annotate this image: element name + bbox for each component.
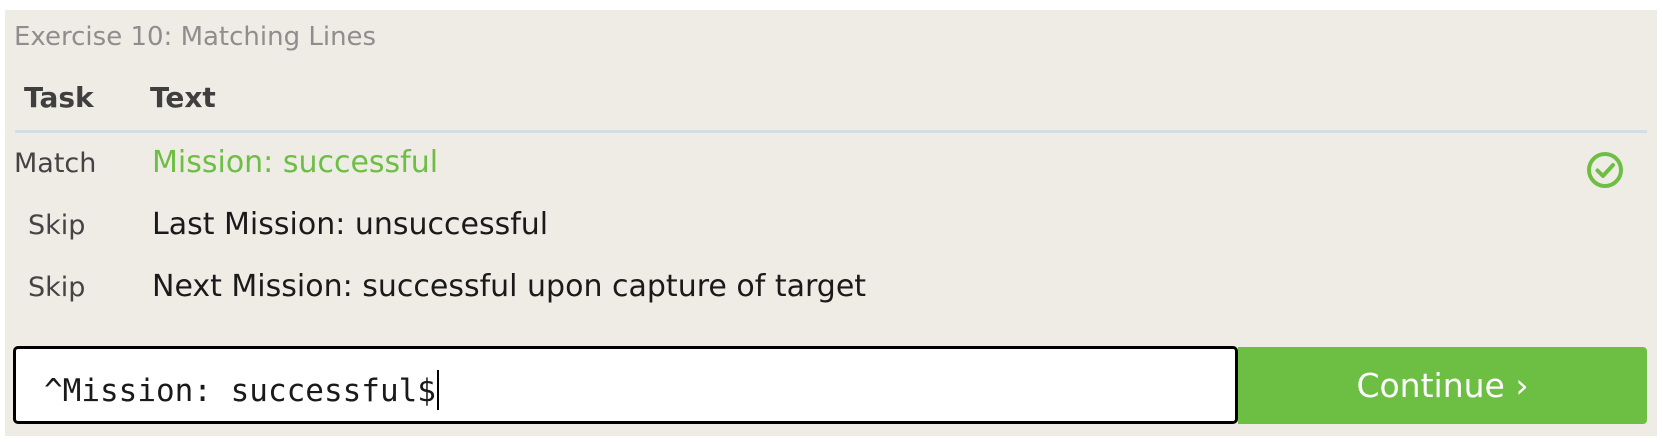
- exercise-title: Exercise 10: Matching Lines: [14, 22, 377, 52]
- table-row: Match Mission: successful: [5, 140, 1657, 194]
- row-task-label: Skip: [28, 272, 86, 303]
- table-row: Skip Last Mission: unsuccessful: [5, 202, 1657, 256]
- row-text: Mission: successful: [152, 145, 439, 180]
- row-text: Last Mission: unsuccessful: [152, 207, 549, 242]
- header-divider: [15, 130, 1647, 133]
- regex-input[interactable]: ^Mission: successful$: [13, 346, 1238, 424]
- row-task-label: Skip: [28, 210, 86, 241]
- regex-input-value: ^Mission: successful$: [44, 370, 439, 410]
- table-row: Skip Next Mission: successful upon captu…: [5, 264, 1657, 318]
- table-header: Task Text: [5, 76, 1645, 126]
- row-text: Next Mission: successful upon capture of…: [152, 269, 867, 304]
- exercise-panel: Exercise 10: Matching Lines Task Text Ma…: [5, 10, 1657, 436]
- row-task-label: Match: [14, 148, 97, 179]
- column-header-text: Text: [150, 81, 216, 114]
- text-caret: [436, 370, 439, 410]
- column-header-task: Task: [24, 81, 94, 114]
- continue-button[interactable]: Continue ›: [1238, 347, 1647, 424]
- check-circle-icon: [1587, 152, 1623, 188]
